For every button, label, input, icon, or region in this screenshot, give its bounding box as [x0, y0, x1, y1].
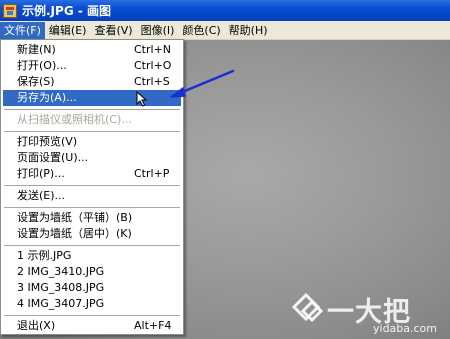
- menu-item-recent-4[interactable]: 4 IMG_3407.JPG: [3, 296, 181, 312]
- menu-file[interactable]: 文件(F): [0, 21, 45, 39]
- menu-item-wallpaper-centered[interactable]: 设置为墙纸（居中）(K): [3, 226, 181, 242]
- menu-item-label: 从扫描仪或照相机(C)...: [17, 113, 132, 126]
- watermark-url: yidaba.com: [373, 322, 438, 335]
- menu-view[interactable]: 查看(V): [90, 22, 136, 39]
- menu-item-label: 设置为墙纸（居中）(K): [17, 227, 132, 240]
- menu-item-scan: 从扫描仪或照相机(C)...: [3, 112, 181, 128]
- menu-item-save[interactable]: 保存(S) Ctrl+S: [3, 74, 181, 90]
- menu-edit[interactable]: 编辑(E): [45, 22, 91, 39]
- menu-item-label: 页面设置(U)...: [17, 151, 89, 164]
- menu-separator: [4, 245, 180, 246]
- menu-item-open[interactable]: 打开(O)... Ctrl+O: [3, 58, 181, 74]
- menu-item-page-setup[interactable]: 页面设置(U)...: [3, 150, 181, 166]
- menu-separator: [4, 315, 180, 316]
- menu-item-label: 4 IMG_3407.JPG: [17, 297, 105, 310]
- menu-item-label: 2 IMG_3410.JPG: [17, 265, 105, 278]
- menu-item-shortcut: Ctrl+P: [134, 167, 170, 180]
- menu-item-send[interactable]: 发送(E)...: [3, 188, 181, 204]
- title-bar[interactable]: 示例.JPG - 画图: [0, 0, 450, 21]
- menu-item-shortcut: Alt+F4: [134, 319, 172, 332]
- menu-item-label: 打开(O)...: [17, 59, 67, 72]
- menu-item-shortcut: Ctrl+O: [134, 59, 172, 72]
- menu-item-label: 新建(N): [17, 43, 56, 56]
- menu-colors[interactable]: 颜色(C): [178, 22, 224, 39]
- menu-help[interactable]: 帮助(H): [225, 22, 272, 39]
- menu-bar: 文件(F) 编辑(E) 查看(V) 图像(I) 颜色(C) 帮助(H): [0, 21, 450, 40]
- menu-separator: [4, 185, 180, 186]
- menu-item-label: 打印(P)...: [17, 167, 65, 180]
- menu-item-print-preview[interactable]: 打印预览(V): [3, 134, 181, 150]
- menu-separator: [4, 109, 180, 110]
- menu-item-recent-1[interactable]: 1 示例.JPG: [3, 248, 181, 264]
- menu-item-shortcut: Ctrl+S: [134, 75, 170, 88]
- menu-item-print[interactable]: 打印(P)... Ctrl+P: [3, 166, 181, 182]
- menu-item-label: 1 示例.JPG: [17, 249, 72, 262]
- menu-item-label: 退出(X): [17, 319, 56, 332]
- file-menu-dropdown: 新建(N) Ctrl+N 打开(O)... Ctrl+O 保存(S) Ctrl+…: [0, 39, 184, 335]
- menu-item-recent-3[interactable]: 3 IMG_3408.JPG: [3, 280, 181, 296]
- menu-item-shortcut: Ctrl+N: [134, 43, 172, 56]
- menu-item-exit[interactable]: 退出(X) Alt+F4: [3, 318, 181, 334]
- menu-item-label: 打印预览(V): [17, 135, 78, 148]
- menu-item-label: 发送(E)...: [17, 189, 66, 202]
- menu-separator: [4, 131, 180, 132]
- menu-item-label: 3 IMG_3408.JPG: [17, 281, 105, 294]
- menu-separator: [4, 207, 180, 208]
- menu-item-label: 另存为(A)...: [17, 91, 77, 104]
- mouse-cursor-icon: [136, 91, 148, 107]
- menu-item-recent-2[interactable]: 2 IMG_3410.JPG: [3, 264, 181, 280]
- menu-item-wallpaper-tiled[interactable]: 设置为墙纸（平铺）(B): [3, 210, 181, 226]
- menu-item-save-as[interactable]: 另存为(A)...: [3, 90, 181, 106]
- window-title: 示例.JPG - 画图: [22, 4, 112, 18]
- menu-item-new[interactable]: 新建(N) Ctrl+N: [3, 42, 181, 58]
- menu-image[interactable]: 图像(I): [137, 22, 179, 39]
- menu-item-label: 保存(S): [17, 75, 55, 88]
- menu-item-label: 设置为墙纸（平铺）(B): [17, 211, 133, 224]
- paint-app-icon[interactable]: [3, 3, 17, 18]
